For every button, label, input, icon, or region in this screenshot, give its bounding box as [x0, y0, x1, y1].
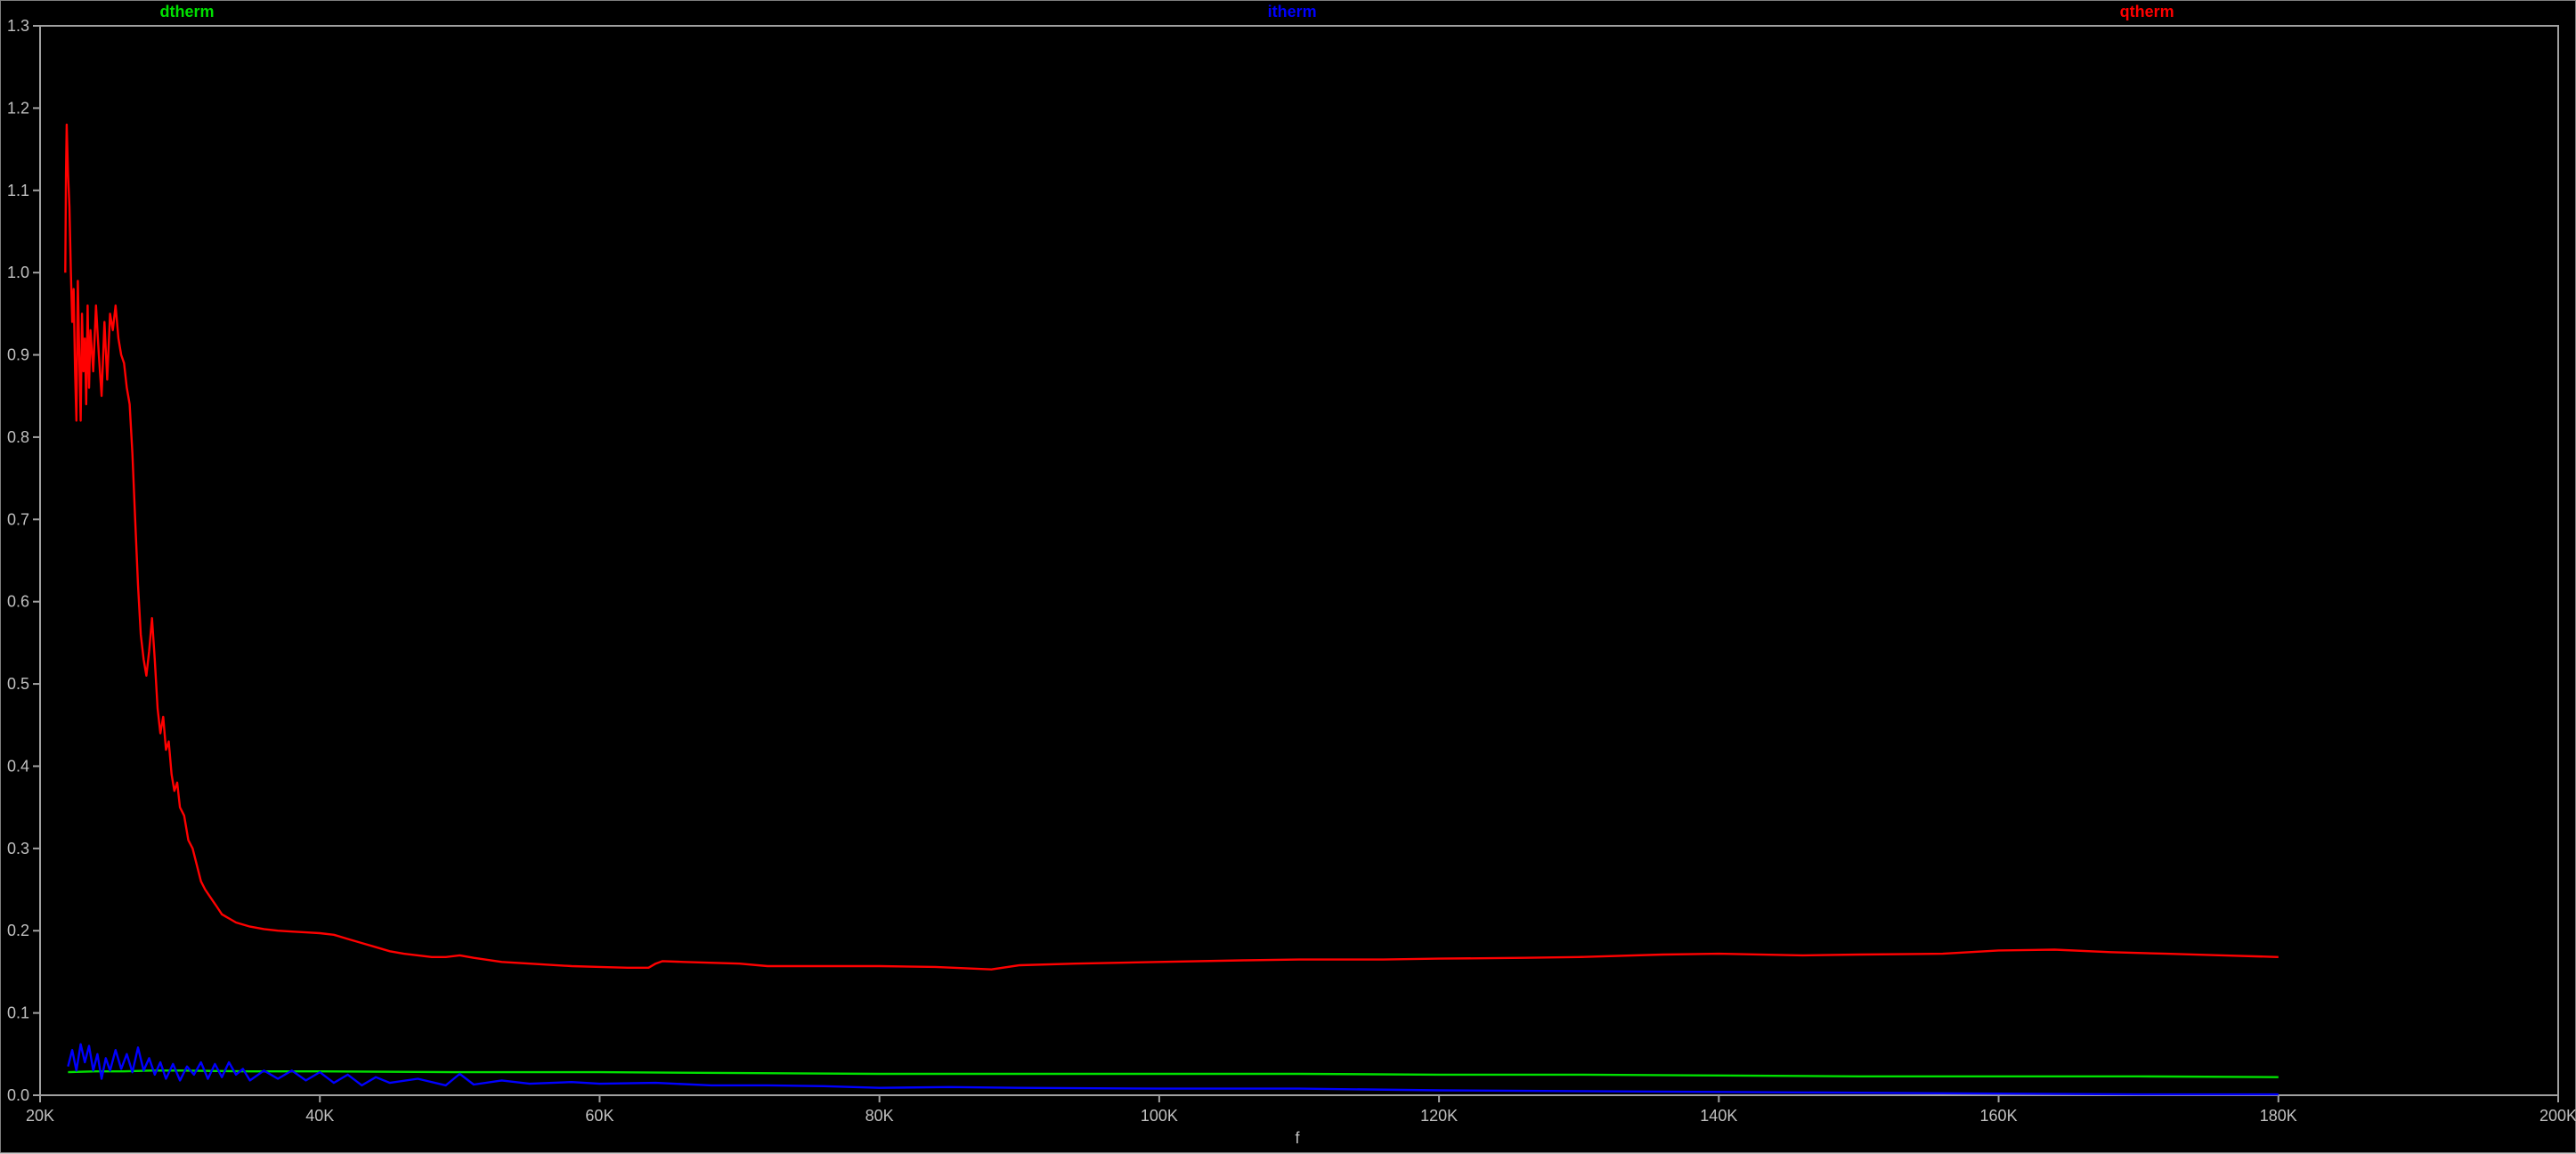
y-tick-label: 0.5 — [7, 675, 29, 693]
x-tick-label: 160K — [1980, 1107, 2018, 1125]
x-tick-label: 120K — [1420, 1107, 1458, 1125]
x-axis-label: f — [1295, 1129, 1300, 1147]
y-tick-label: 0.2 — [7, 922, 29, 939]
series-line-itherm — [67, 1043, 2279, 1096]
series-line-qtherm — [64, 123, 2279, 971]
y-tick-label: 0.8 — [7, 428, 29, 446]
y-tick-label: 1.2 — [7, 99, 29, 117]
x-tick-label: 80K — [865, 1107, 894, 1125]
plot-window: 0.0 0.1 0.2 0.3 0.4 0.5 0.6 0.7 0.8 0.9 1.0 1.1 1.2 1… — [0, 0, 2576, 1153]
y-tick-label: 1.1 — [7, 182, 29, 199]
plot-frame — [39, 25, 2559, 1096]
x-tick-label: 20K — [26, 1107, 54, 1125]
y-tick-label: 0.4 — [7, 757, 29, 775]
y-tick-label: 0.3 — [7, 840, 29, 857]
y-tick-label: 0.0 — [7, 1086, 29, 1104]
y-tick-label: 0.1 — [7, 1004, 29, 1022]
y-tick-label: 1.3 — [7, 17, 29, 35]
y-tick-label: 1.0 — [7, 264, 29, 281]
x-tick-label: 140K — [1700, 1107, 1737, 1125]
y-tick-label: 0.7 — [7, 510, 29, 528]
series-line-dtherm — [68, 1069, 2279, 1078]
x-tick-label: 40K — [305, 1107, 334, 1125]
line-chart: 0.0 0.1 0.2 0.3 0.4 0.5 0.6 0.7 0.8 0.9 1.0 1.1 1.2 1… — [7, 3, 2576, 1147]
y-tick-label: 0.9 — [7, 346, 29, 364]
legend-label-qtherm[interactable]: qtherm — [2120, 3, 2174, 20]
x-tick-label: 180K — [2260, 1107, 2297, 1125]
legend-label-dtherm[interactable]: dtherm — [159, 3, 214, 20]
y-tick-label: 0.6 — [7, 593, 29, 611]
x-tick-label: 60K — [585, 1107, 614, 1125]
legend-label-itherm[interactable]: itherm — [1268, 3, 1317, 20]
x-tick-label: 200K — [2539, 1107, 2576, 1125]
x-tick-label: 100K — [1141, 1107, 1178, 1125]
